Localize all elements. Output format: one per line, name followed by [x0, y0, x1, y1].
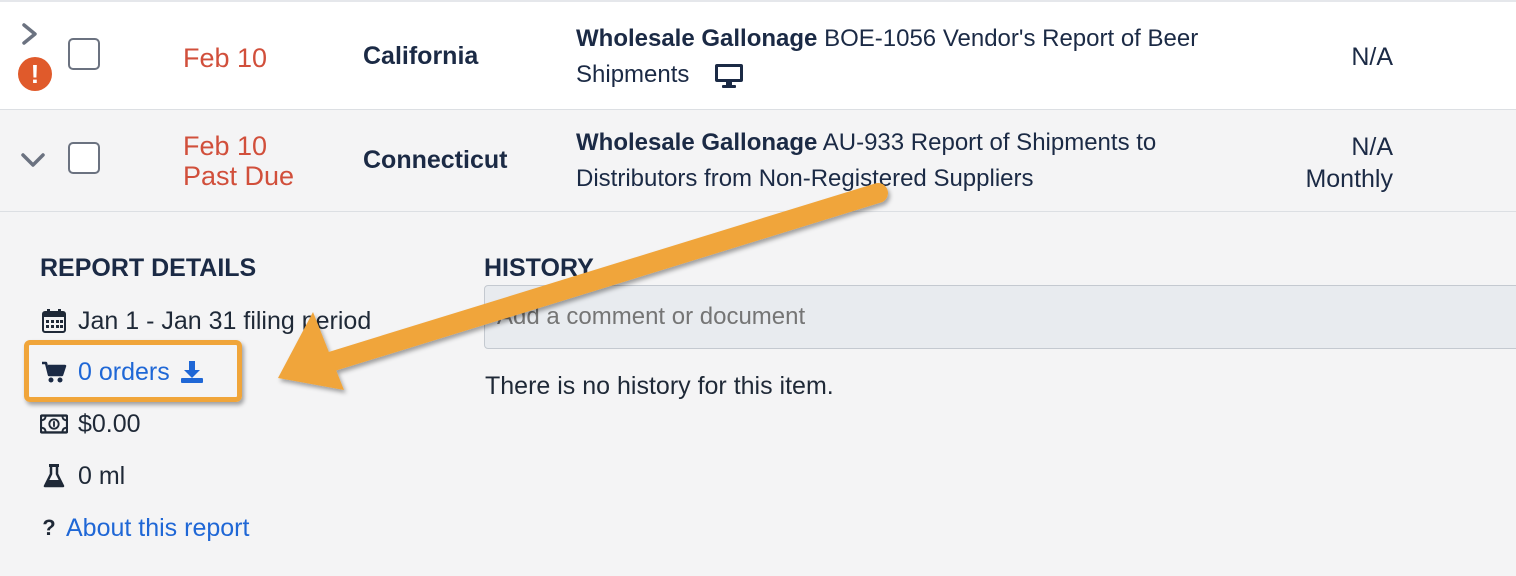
due-date: Feb 10	[183, 131, 268, 161]
money-icon	[40, 410, 68, 438]
calendar-icon	[40, 307, 68, 335]
chevron-down-icon[interactable]	[20, 150, 46, 170]
state-name: Connecticut	[363, 146, 508, 174]
report-value: N/A	[1351, 43, 1393, 71]
question-icon: ?	[42, 515, 56, 540]
about-report-link[interactable]: ? About this report	[40, 512, 249, 544]
state-name: California	[363, 42, 479, 70]
past-due-label: Past Due	[183, 161, 295, 191]
report-description: Wholesale Gallonage BOE-1056 Vendor's Re…	[576, 21, 1236, 93]
report-details-heading: REPORT DETAILS	[40, 254, 257, 282]
row-select-checkbox[interactable]	[68, 142, 100, 174]
row-select-checkbox[interactable]	[68, 38, 100, 70]
flask-icon	[40, 462, 68, 490]
history-heading: HISTORY	[484, 254, 594, 282]
comment-input[interactable]	[484, 285, 1516, 349]
filing-period-text: Jan 1 - Jan 31 filing period	[78, 306, 372, 335]
amount-text: $0.00	[78, 409, 141, 438]
about-report-text[interactable]: About this report	[66, 514, 249, 543]
report-value: N/A	[1351, 133, 1393, 161]
report-description: Wholesale Gallonage AU-933 Report of Shi…	[576, 125, 1236, 197]
report-type: Wholesale Gallonage	[576, 25, 818, 52]
amount: $0.00	[40, 408, 141, 440]
volume: 0 ml	[40, 460, 125, 492]
volume-text: 0 ml	[78, 461, 126, 490]
report-type: Wholesale Gallonage	[576, 129, 818, 156]
due-date: Feb 10	[183, 43, 268, 73]
chevron-right-icon[interactable]	[20, 22, 40, 46]
alert-icon: !	[18, 57, 52, 91]
filing-period: Jan 1 - Jan 31 filing period	[40, 305, 371, 337]
monitor-icon	[715, 63, 744, 88]
report-frequency: Monthly	[1305, 165, 1393, 193]
history-empty-text: There is no history for this item.	[485, 372, 834, 400]
orders-highlight-annotation	[24, 340, 242, 402]
